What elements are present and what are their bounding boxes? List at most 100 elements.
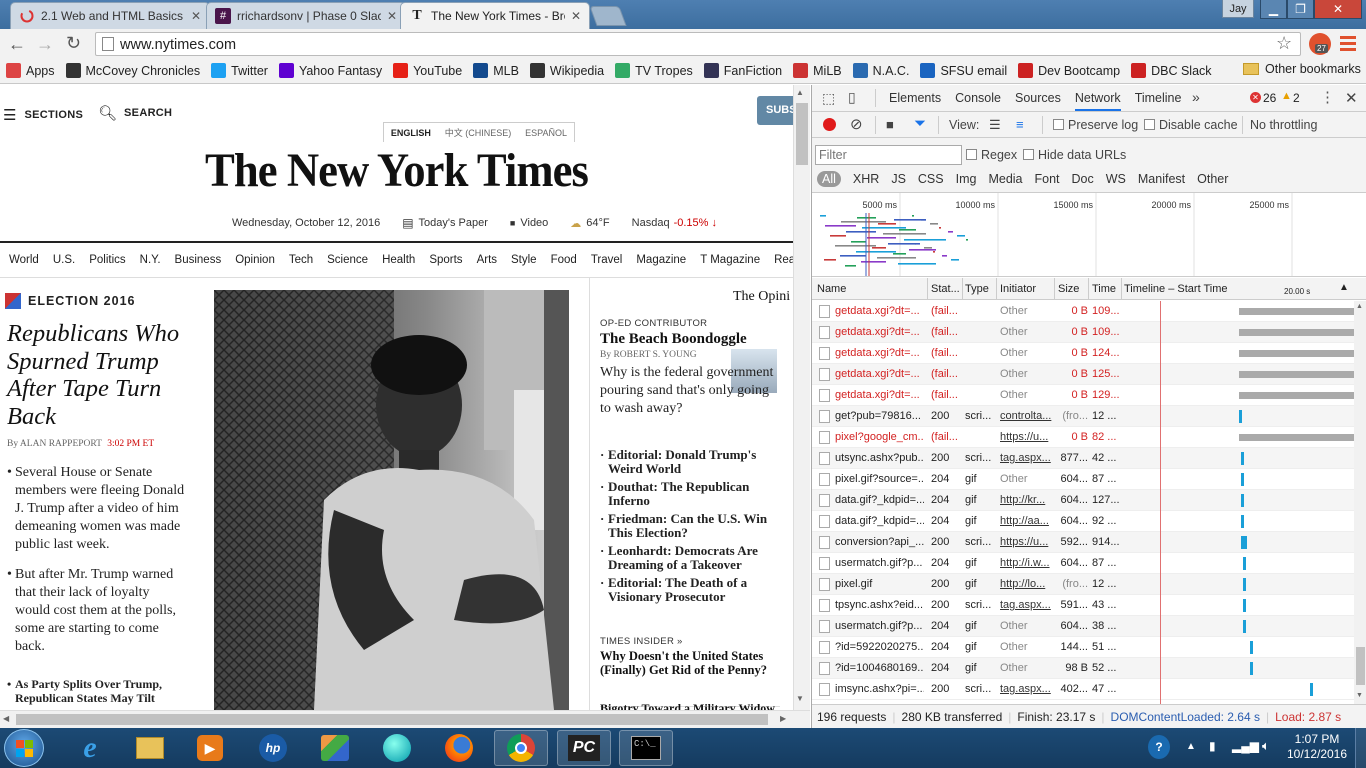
volume-icon[interactable]: 🔈︎ bbox=[1262, 738, 1270, 754]
nav-health[interactable]: Health bbox=[382, 254, 415, 266]
col-size[interactable]: Size bbox=[1058, 283, 1079, 295]
warning-count[interactable]: 2 bbox=[1293, 91, 1300, 105]
capture-screenshots-icon[interactable]: ■ bbox=[886, 117, 894, 132]
bookmark-dbc-slack[interactable]: DBC Slack bbox=[1131, 63, 1212, 78]
nav-style[interactable]: Style bbox=[511, 254, 537, 266]
h-scrollbar-thumb[interactable] bbox=[16, 714, 768, 725]
filter-manifest[interactable]: Manifest bbox=[1138, 172, 1185, 186]
opinion-link[interactable]: Friedman: Can the U.S. Win This Election… bbox=[600, 512, 780, 540]
col-name[interactable]: Name bbox=[817, 283, 846, 295]
tab-web-html-basics[interactable]: 2.1 Web and HTML Basics ✕ bbox=[10, 2, 210, 29]
tab-nytimes[interactable]: T The New York Times - Bre ✕ bbox=[400, 2, 590, 29]
bookmark-apps[interactable]: Apps bbox=[6, 63, 55, 78]
network-request-row[interactable]: get?pub=79816... 200 scri... controlta... (f… bbox=[812, 406, 1354, 427]
error-count[interactable]: 26 bbox=[1263, 91, 1276, 105]
inspect-element-icon[interactable]: ⬚ bbox=[822, 90, 835, 107]
scrollbar-thumb[interactable] bbox=[796, 103, 808, 165]
filter-xhr[interactable]: XHR bbox=[853, 172, 879, 186]
filter-js[interactable]: JS bbox=[891, 172, 906, 186]
lang-english[interactable]: ENGLISH bbox=[391, 128, 431, 138]
paint-icon[interactable] bbox=[308, 730, 362, 766]
network-request-row[interactable]: data.gif?_kdpid=... 204 gif http://aa... 604… bbox=[812, 511, 1354, 532]
hide-data-urls-checkbox[interactable] bbox=[1023, 149, 1034, 160]
network-request-row[interactable]: conversion?api_... 200 scri... https://u...… bbox=[812, 532, 1354, 553]
filter-ws[interactable]: WS bbox=[1106, 172, 1126, 186]
tab-close-icon[interactable]: ✕ bbox=[191, 9, 201, 23]
opinion-link[interactable]: Editorial: The Death of a Visionary Pros… bbox=[600, 576, 780, 604]
election-kicker[interactable]: ELECTION 2016 bbox=[5, 293, 135, 309]
tab-close-icon[interactable]: ✕ bbox=[387, 9, 397, 23]
extension-icon[interactable]: 27 bbox=[1309, 33, 1331, 55]
opinion-link[interactable]: Douthat: The Republican Inferno bbox=[600, 480, 780, 508]
disable-cache-checkbox[interactable] bbox=[1144, 119, 1155, 130]
network-request-row[interactable]: getdata.xgi?dt=... (fail... Other 0 B 109... bbox=[812, 301, 1354, 322]
devtools-tab-network[interactable]: Network bbox=[1074, 91, 1121, 111]
filter-font[interactable]: Font bbox=[1035, 172, 1060, 186]
lead-photo[interactable] bbox=[214, 290, 569, 710]
opinion-link[interactable]: Editorial: Donald Trump's Weird World bbox=[600, 448, 780, 476]
bookmark-sfsu-email[interactable]: SFSU email bbox=[920, 63, 1007, 78]
nav-business[interactable]: Business bbox=[175, 254, 222, 266]
network-request-row[interactable]: pixel.gif?source=... 204 gif Other 604... 87 … bbox=[812, 469, 1354, 490]
nav-world[interactable]: World bbox=[9, 254, 39, 266]
new-tab-button[interactable] bbox=[589, 6, 627, 26]
media-player-icon[interactable]: ▶ bbox=[183, 730, 237, 766]
power-plug-icon[interactable]: ▮ bbox=[1209, 739, 1216, 753]
bookmark-youtube[interactable]: YouTube bbox=[393, 63, 462, 78]
col-time[interactable]: Time bbox=[1092, 283, 1116, 295]
scroll-down-arrow-icon[interactable]: ▼ bbox=[1356, 692, 1363, 699]
nav-politics[interactable]: Politics bbox=[89, 254, 125, 266]
insider-kicker[interactable]: TIMES INSIDER » bbox=[600, 636, 683, 647]
bottom-headline-partial[interactable]: Bigotry Toward a Military Widow bbox=[600, 701, 780, 710]
filter-doc[interactable]: Doc bbox=[1072, 172, 1094, 186]
scroll-up-arrow-icon[interactable]: ▲ bbox=[1356, 303, 1363, 310]
nav-tech[interactable]: Tech bbox=[289, 254, 313, 266]
throttling-select[interactable]: No throttling bbox=[1250, 118, 1317, 132]
nav-science[interactable]: Science bbox=[327, 254, 368, 266]
devtools-tab-elements[interactable]: Elements bbox=[889, 91, 941, 111]
help-icon[interactable]: ? bbox=[1148, 735, 1170, 759]
col-initiator[interactable]: Initiator bbox=[1000, 283, 1036, 295]
network-request-row[interactable]: data.gif?_kdpid=... 204 gif http://kr... 604… bbox=[812, 490, 1354, 511]
filter-input[interactable] bbox=[815, 145, 962, 165]
subscribe-button[interactable]: SUBS bbox=[757, 96, 793, 125]
page-horizontal-scrollbar[interactable]: ◀ ▶ bbox=[0, 710, 810, 728]
bookmark-n-a-c-[interactable]: N.A.C. bbox=[852, 63, 909, 78]
firefox-icon[interactable] bbox=[432, 730, 486, 766]
network-request-row[interactable]: getdata.xgi?dt=... (fail... Other 0 B 125... bbox=[812, 364, 1354, 385]
col-status[interactable]: Stat... bbox=[931, 283, 960, 295]
network-list-scrollbar[interactable]: ▲ ▼ bbox=[1354, 301, 1366, 704]
bookmark-mlb[interactable]: MLB bbox=[473, 63, 519, 78]
forward-button[interactable]: → bbox=[36, 34, 54, 55]
nav-arts[interactable]: Arts bbox=[477, 254, 497, 266]
chrome-menu-icon[interactable] bbox=[1340, 36, 1356, 52]
nasdaq-label[interactable]: Nasdaq bbox=[632, 217, 670, 229]
regex-checkbox[interactable] bbox=[966, 149, 977, 160]
other-bookmarks[interactable]: Other bookmarks bbox=[1243, 62, 1361, 76]
nav-food[interactable]: Food bbox=[551, 254, 577, 266]
weather-text[interactable]: 64°F bbox=[586, 217, 609, 229]
bookmark-wikipedia[interactable]: Wikipedia bbox=[529, 63, 604, 78]
start-orb-icon[interactable] bbox=[4, 729, 44, 767]
command-prompt-icon[interactable]: C:\_ bbox=[619, 730, 673, 766]
nav-n-y-[interactable]: N.Y. bbox=[140, 254, 161, 266]
bookmark-milb[interactable]: MiLB bbox=[793, 63, 842, 78]
col-timeline[interactable]: Timeline – Start Time bbox=[1124, 283, 1228, 295]
bookmark-mccovey-chronicles[interactable]: McCovey Chronicles bbox=[65, 63, 200, 78]
waterfall-view-icon[interactable]: ≡ bbox=[1016, 117, 1024, 132]
address-bar[interactable]: www.nytimes.com ☆ bbox=[95, 32, 1301, 56]
nav-u-s-[interactable]: U.S. bbox=[53, 254, 75, 266]
show-hidden-icons-icon[interactable]: ▲ bbox=[1186, 741, 1196, 752]
oped-headline[interactable]: The Beach Boondoggle bbox=[600, 331, 747, 348]
nav-magazine[interactable]: Magazine bbox=[636, 254, 686, 266]
search-button[interactable]: 🔍︎ SEARCH bbox=[98, 104, 172, 122]
nyt-masthead[interactable]: The New York Times bbox=[28, 143, 765, 198]
scroll-right-arrow-icon[interactable]: ▶ bbox=[780, 714, 786, 723]
chrome-icon[interactable] bbox=[494, 730, 548, 766]
bookmark-yahoo-fantasy[interactable]: Yahoo Fantasy bbox=[278, 63, 382, 78]
nav-opinion[interactable]: Opinion bbox=[235, 254, 275, 266]
profile-button[interactable]: Jay bbox=[1222, 0, 1254, 18]
back-button[interactable]: ← bbox=[8, 34, 26, 55]
page-vertical-scrollbar[interactable]: ▲ ▼ bbox=[793, 85, 810, 710]
network-request-row[interactable]: pixel.gif 200 gif http://lo... (fro... 12 ... bbox=[812, 574, 1354, 595]
